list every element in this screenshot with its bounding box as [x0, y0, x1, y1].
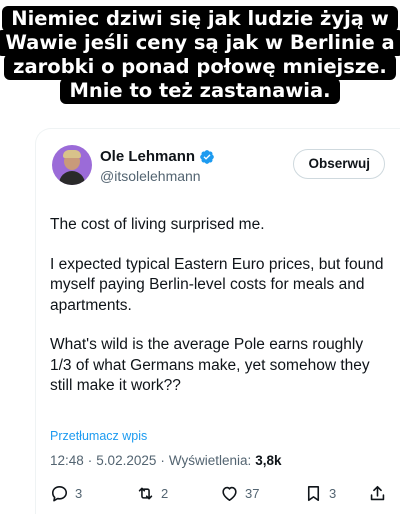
- caption-line: Wawie jeśli ceny są jak w Berlinie a: [0, 30, 400, 56]
- author-handle[interactable]: @itsolelehmann: [100, 168, 201, 184]
- share-button[interactable]: [368, 484, 387, 503]
- caption-overlay: Niemiec dziwi się jak ludzie żyją w Wawi…: [0, 6, 400, 104]
- bookmark-count: 3: [329, 486, 337, 501]
- tweet-paragraph: The cost of living surprised me.: [50, 216, 265, 233]
- like-count: 37: [245, 486, 260, 501]
- views-count: 3,8k: [255, 453, 282, 468]
- verified-badge-icon: [200, 149, 214, 164]
- avatar[interactable]: [52, 145, 92, 185]
- tweet-meta: 12:48 · 5.02.2025 · Wyświetlenia: 3,8k: [50, 453, 282, 468]
- reply-icon: [51, 485, 68, 502]
- author-name[interactable]: Ole Lehmann: [100, 148, 195, 165]
- action-bar: 3 2 37 3: [50, 484, 388, 508]
- views-label: Wyświetlenia:: [168, 453, 252, 468]
- follow-button[interactable]: Obserwuj: [293, 149, 385, 179]
- tweet-text: The cost of living surprised me. I expec…: [50, 215, 385, 416]
- tweet-time[interactable]: 12:48: [50, 453, 84, 468]
- repost-count: 2: [161, 486, 169, 501]
- bookmark-icon: [307, 485, 320, 502]
- caption-line: zarobki o ponad połowę mniejsze.: [4, 54, 396, 80]
- share-icon: [370, 485, 385, 501]
- repost-button[interactable]: 2: [136, 484, 168, 503]
- tweet-card: Ole Lehmann @itsolelehmann Obserwuj The …: [35, 128, 400, 514]
- tweet-date[interactable]: 5.02.2025: [96, 453, 156, 468]
- avatar-shirt: [59, 171, 85, 185]
- reply-count: 3: [75, 486, 83, 501]
- heart-icon: [222, 486, 237, 502]
- tweet-paragraph: I expected typical Eastern Euro prices, …: [50, 255, 384, 314]
- meta-separator: ·: [87, 453, 93, 468]
- reply-button[interactable]: 3: [50, 484, 82, 503]
- tweet-paragraph: What's wild is the average Pole earns ro…: [50, 336, 370, 394]
- avatar-hair: [63, 150, 81, 158]
- translate-link[interactable]: Przetłumacz wpis: [50, 429, 147, 443]
- caption-line: Niemiec dziwi się jak ludzie żyją w: [2, 6, 398, 32]
- author-row: Ole Lehmann: [100, 148, 215, 165]
- repost-icon: [138, 487, 153, 500]
- meta-separator: ·: [160, 453, 165, 468]
- caption-line: Mnie to też zastanawia.: [60, 78, 340, 104]
- bookmark-button[interactable]: 3: [304, 484, 336, 503]
- like-button[interactable]: 37: [220, 484, 259, 503]
